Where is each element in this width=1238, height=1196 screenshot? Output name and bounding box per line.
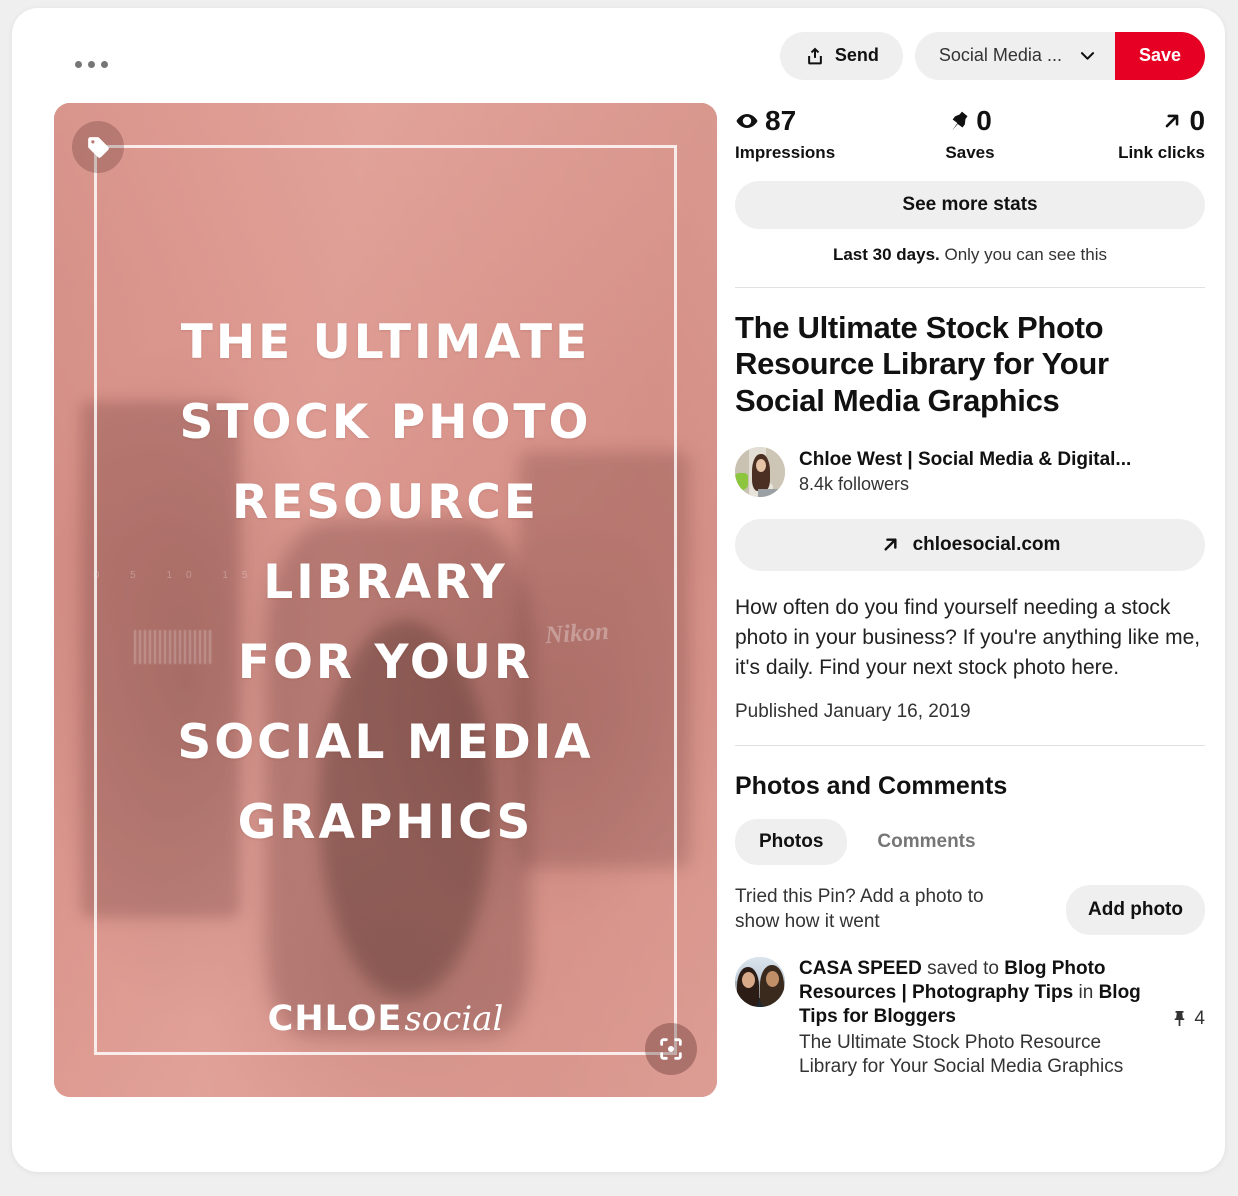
- pin-media-column: 0 5 10 15 Nikon THE ULTIMATE STOCK PHOTO…: [42, 8, 735, 1172]
- save-button[interactable]: Save: [1114, 31, 1205, 80]
- tried-this-pin-text: Tried this Pin? Add a photo to show how …: [735, 886, 984, 932]
- logo-bold-text: CHLOE: [267, 999, 403, 1039]
- product-tag-button[interactable]: [72, 121, 124, 173]
- arrow-up-right-icon: [884, 538, 897, 551]
- pin-image-headline: THE ULTIMATE STOCK PHOTO RESOURCE LIBRAR…: [54, 303, 717, 863]
- tag-icon: [87, 136, 109, 158]
- pin-image-logo: CHLOEsocial: [54, 999, 717, 1039]
- stat-impressions-value-row: 87: [735, 107, 892, 135]
- send-button[interactable]: Send: [779, 31, 903, 80]
- tab-photos[interactable]: Photos: [735, 818, 848, 865]
- headline-line-1: THE ULTIMATE: [180, 315, 591, 370]
- pin-description: How often do you find yourself needing a…: [735, 595, 1201, 679]
- headline-line-4: LIBRARY: [263, 555, 508, 610]
- destination-link-button[interactable]: chloesocial.com: [735, 518, 1205, 571]
- activity-item[interactable]: CASA SPEED saved to Blog Photo Resources…: [735, 956, 1205, 1080]
- activity-subtitle: The Ultimate Stock Photo Resource Librar…: [799, 1031, 1124, 1078]
- photos-comments-tabs: Photos Comments: [735, 818, 1205, 865]
- activity-pin-count-value: 4: [1194, 1007, 1205, 1029]
- avatar-face: [756, 458, 766, 472]
- stat-impressions-label: Impressions: [735, 143, 836, 162]
- more-dot-3: [100, 60, 108, 68]
- pin-detail-card: 0 5 10 15 Nikon THE ULTIMATE STOCK PHOTO…: [12, 8, 1225, 1172]
- board-select-label: Social Media ...: [938, 45, 1062, 65]
- share-icon: [808, 47, 822, 64]
- pin-stats-row: 87 Impressions 0 Saves 0 Link clicks: [735, 107, 1205, 163]
- eye-icon: [736, 114, 758, 128]
- see-more-stats-button[interactable]: See more stats: [735, 181, 1205, 229]
- stats-note-visibility: Only you can see this: [939, 245, 1108, 264]
- visual-search-icon: [660, 1038, 682, 1060]
- headline-line-3: RESOURCE: [231, 475, 540, 530]
- avatar: [735, 956, 785, 1007]
- stat-impressions[interactable]: 87 Impressions: [735, 107, 892, 163]
- more-options-button[interactable]: [68, 48, 114, 80]
- destination-link-label: chloesocial.com: [912, 533, 1061, 555]
- activity-user: CASA SPEED: [799, 957, 922, 979]
- stats-privacy-note: Last 30 days. Only you can see this: [735, 245, 1205, 265]
- visual-search-button[interactable]: [645, 1023, 697, 1075]
- more-dot-2: [87, 60, 95, 68]
- headline-line-5: FOR YOUR: [237, 635, 534, 690]
- tab-comments[interactable]: Comments: [853, 819, 999, 865]
- published-date: Published January 16, 2019: [735, 700, 971, 722]
- divider-top: [735, 287, 1205, 288]
- pin-icon: [952, 111, 968, 131]
- add-photo-button[interactable]: Add photo: [1066, 884, 1205, 935]
- avatar-image-author: [735, 446, 785, 497]
- activity-saved-to-text: saved to: [921, 957, 1005, 979]
- tried-this-pin-row: Tried this Pin? Add a photo to show how …: [735, 884, 1205, 935]
- pin-icon: [1175, 1011, 1185, 1026]
- stat-impressions-value: 87: [765, 105, 797, 136]
- activity-headline: CASA SPEED saved to Blog Photo Resources…: [799, 957, 1156, 1030]
- stat-saves-label: Saves: [945, 143, 995, 162]
- stats-note-period: Last 30 days.: [832, 245, 940, 264]
- stat-link-clicks-label: Link clicks: [1118, 143, 1206, 162]
- chevron-down-icon: [1080, 52, 1095, 60]
- stat-link-clicks-value: 0: [1189, 105, 1206, 136]
- avatar: [735, 446, 785, 497]
- author-row[interactable]: Chloe West | Social Media & Digital... 8…: [735, 446, 1205, 497]
- divider-bottom: [735, 744, 1205, 746]
- headline-line-7: GRAPHICS: [237, 795, 534, 850]
- avatar-person-1-face: [741, 971, 755, 988]
- stat-saves[interactable]: 0 Saves: [892, 107, 1049, 163]
- activity-in-text: in: [1073, 982, 1099, 1004]
- board-select[interactable]: Social Media ...: [914, 31, 1115, 80]
- author-text-block: Chloe West | Social Media & Digital... 8…: [799, 448, 1131, 495]
- activity-pin-count: 4: [1170, 957, 1205, 1080]
- author-followers: 8.4k followers: [799, 474, 910, 495]
- author-name: Chloe West | Social Media & Digital...: [799, 449, 1132, 471]
- stat-link-clicks[interactable]: 0 Link clicks: [1048, 107, 1205, 163]
- send-button-label: Send: [834, 45, 879, 65]
- pin-action-toolbar: Send Social Media ... Save: [735, 8, 1205, 83]
- avatar-laptop: [758, 488, 785, 497]
- pin-image[interactable]: 0 5 10 15 Nikon THE ULTIMATE STOCK PHOTO…: [54, 103, 717, 1097]
- headline-line-6: SOCIAL MEDIA: [177, 715, 594, 770]
- pin-info-column: Send Social Media ... Save 87 Impression…: [735, 8, 1205, 1080]
- stat-saves-value: 0: [976, 105, 992, 136]
- arrow-up-right-icon: [1166, 114, 1179, 128]
- page-title: The Ultimate Stock Photo Resource Librar…: [735, 310, 1109, 418]
- avatar-image-saver: [735, 956, 785, 1007]
- more-dot-1: [74, 60, 82, 68]
- stat-link-clicks-value-row: 0: [1048, 107, 1205, 135]
- photos-comments-title: Photos and Comments: [735, 771, 1008, 800]
- activity-body: CASA SPEED saved to Blog Photo Resources…: [799, 957, 1156, 1080]
- stat-saves-value-row: 0: [892, 107, 1049, 135]
- save-control-group: Social Media ... Save: [914, 31, 1205, 80]
- logo-script-text: social: [404, 999, 504, 1039]
- avatar-mug: [735, 472, 748, 490]
- headline-line-2: STOCK PHOTO: [179, 395, 592, 450]
